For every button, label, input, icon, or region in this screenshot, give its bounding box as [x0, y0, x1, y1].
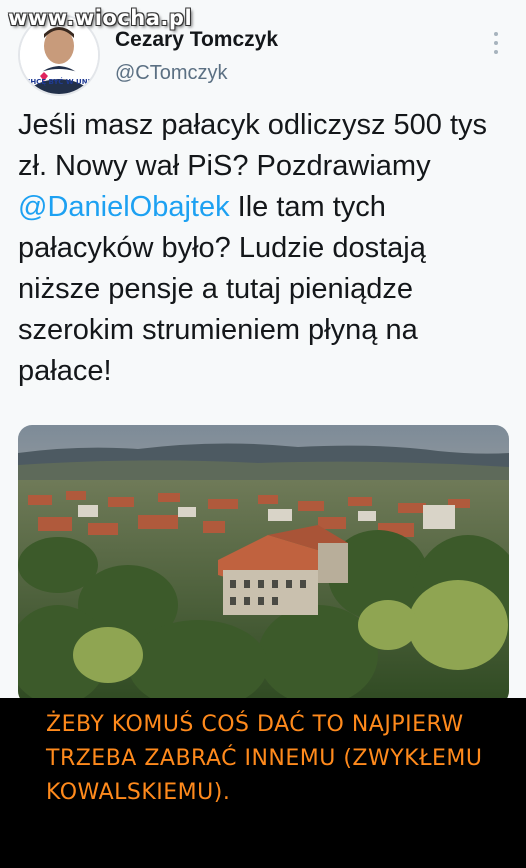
tweet-text: Jeśli masz pałacyk odliczysz 500 tys zł.…	[18, 105, 498, 392]
more-options-icon[interactable]	[486, 28, 506, 58]
town-aerial-photo-icon	[18, 425, 509, 698]
site-watermark: www.wiocha.pl	[8, 6, 193, 30]
avatar-badge-text: CHCĘ BYĆ W UNII	[25, 77, 93, 86]
tweet-card: www.wiocha.pl CHCĘ BYĆ W UNII Cezary Tom…	[0, 0, 526, 698]
tweet-text-start: Jeśli masz pałacyk odliczysz 500 tys zł.…	[18, 109, 487, 182]
mention-link[interactable]: @DanielObajtek	[18, 191, 230, 223]
author-name[interactable]: Cezary Tomczyk	[115, 28, 278, 52]
author-handle[interactable]: @CTomczyk	[115, 62, 228, 85]
caption-text: ŻEBY KOMUŚ COŚ DAĆ TO NAJPIERW TRZEBA ZA…	[46, 712, 483, 805]
tweet-photo[interactable]	[18, 425, 509, 698]
